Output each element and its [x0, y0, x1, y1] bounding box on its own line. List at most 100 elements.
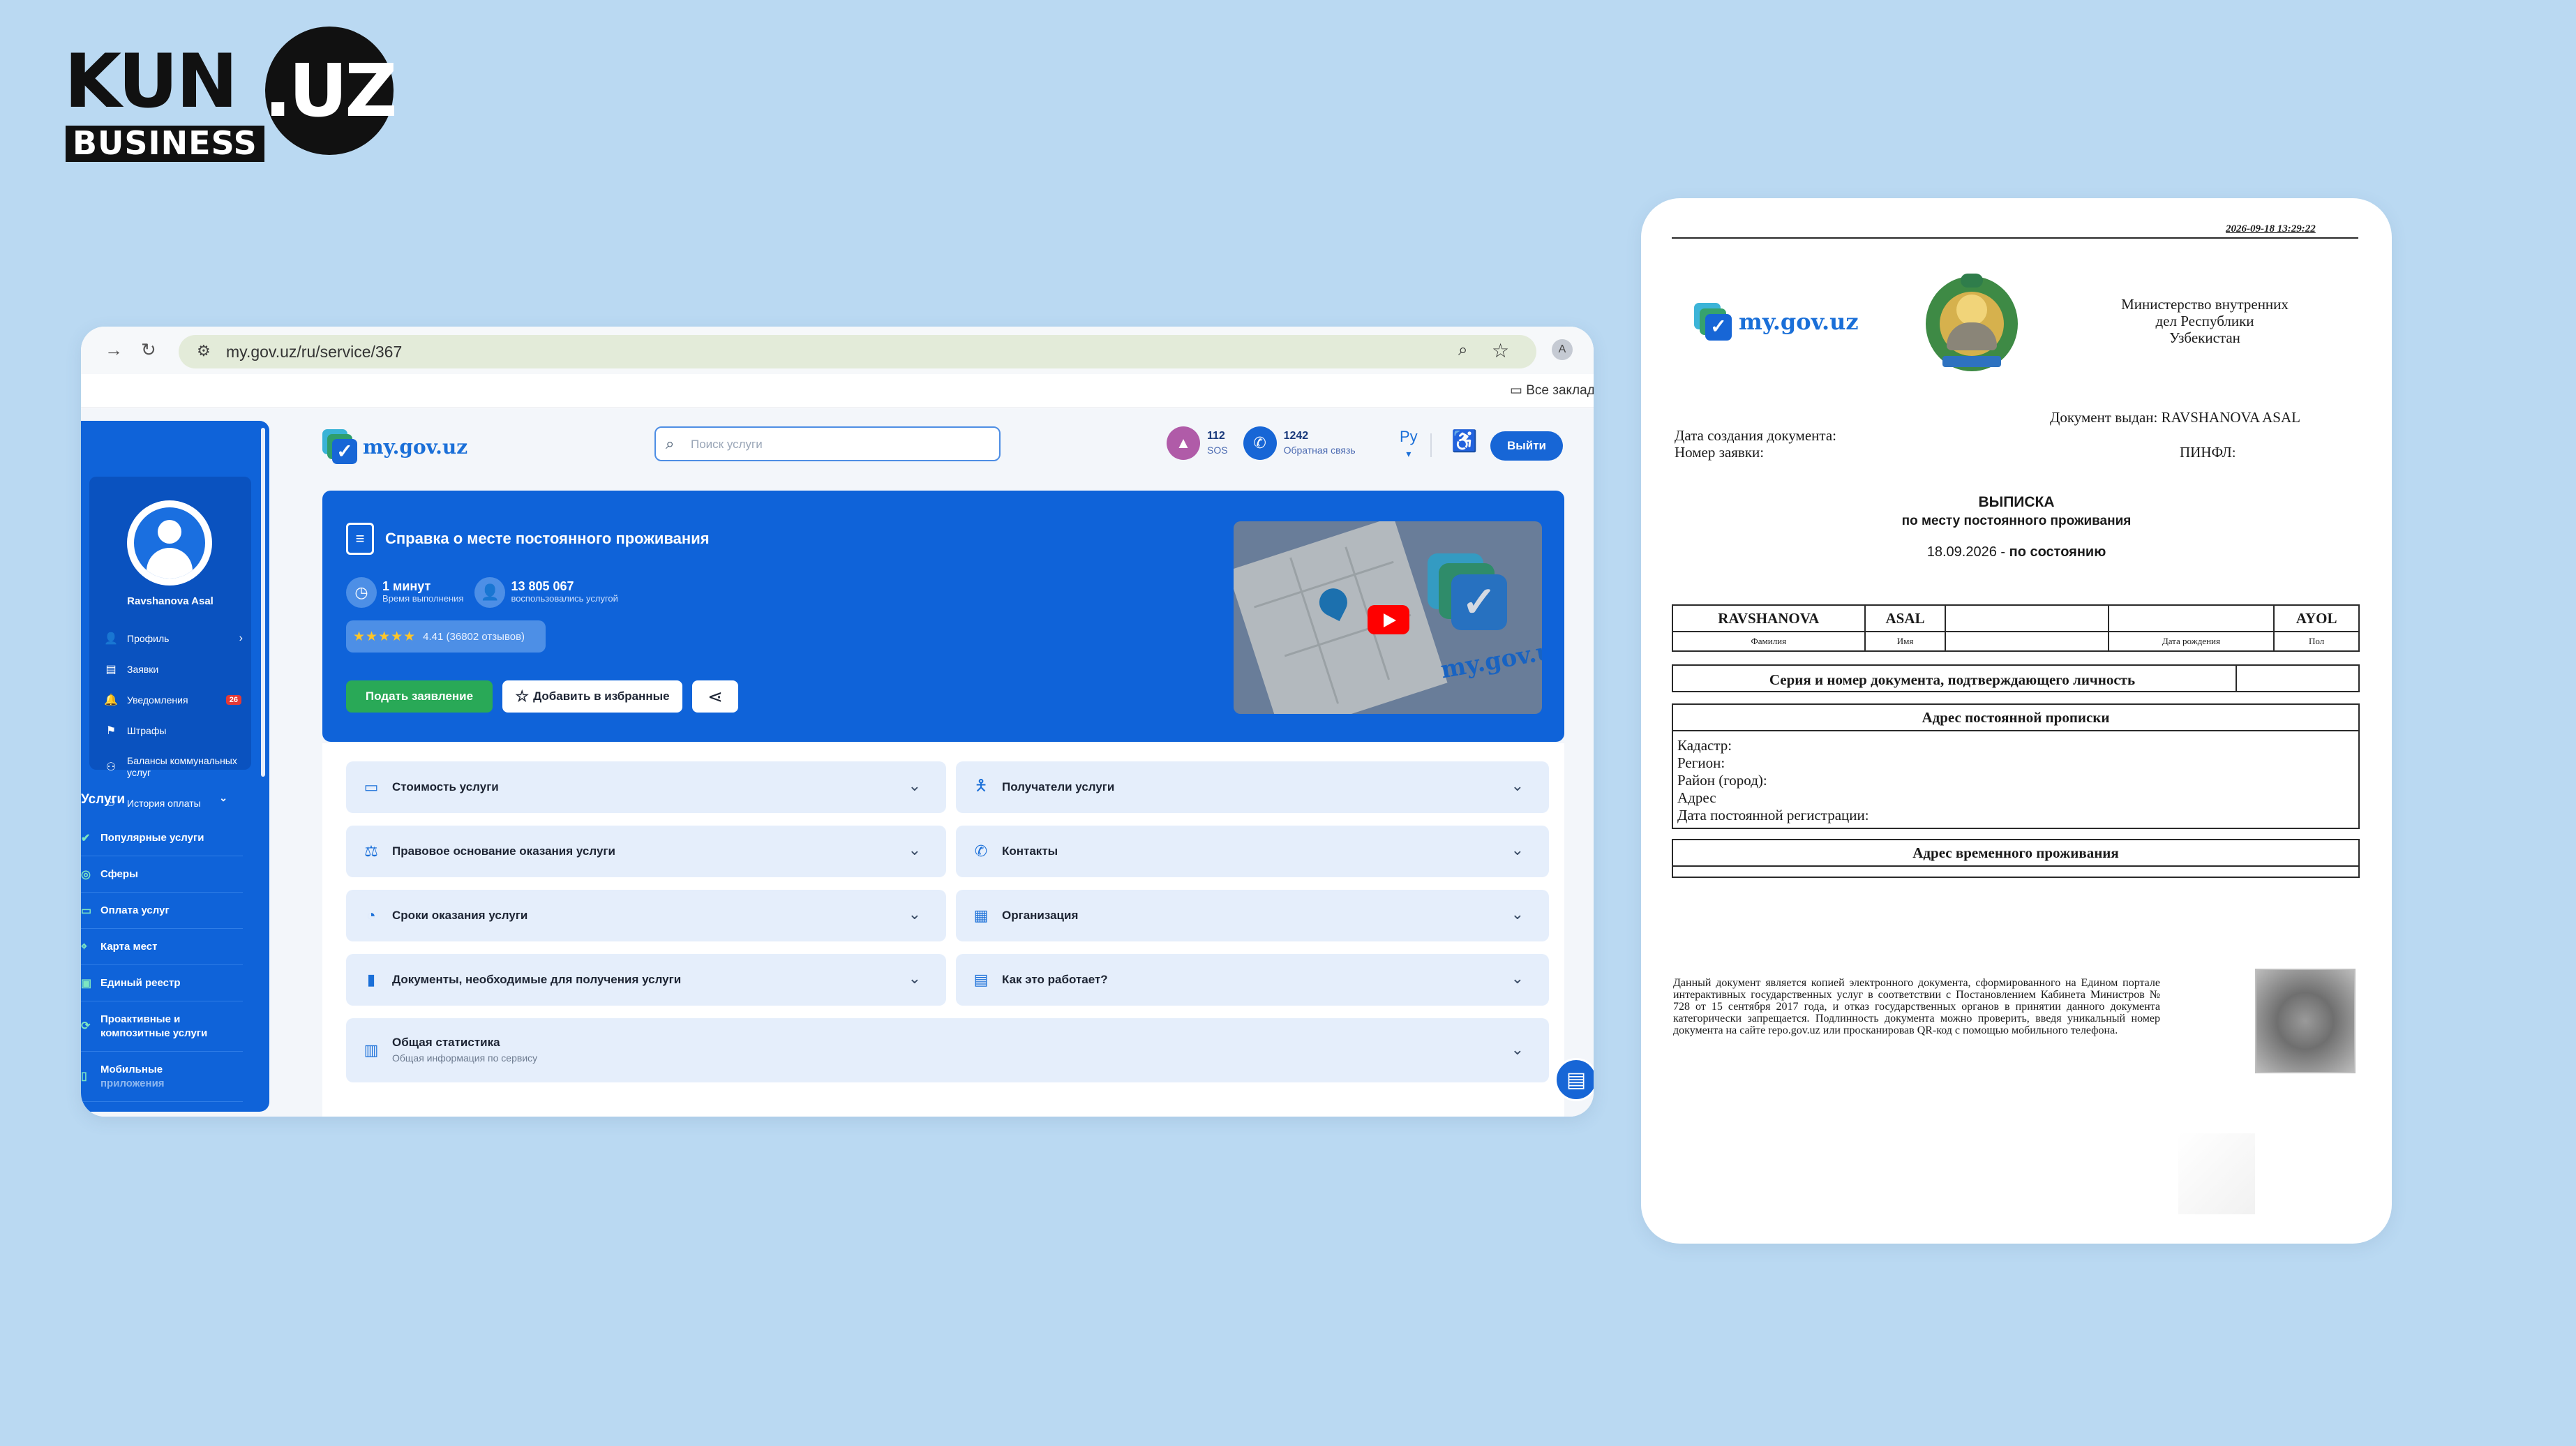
- sidebar-item-profile[interactable]: 👤 Профиль ›: [103, 623, 247, 654]
- document-title: ВЫПИСКА: [1978, 494, 2055, 510]
- sidebar-item-proactive[interactable]: ⟳ Проактивные и композитные услуги: [81, 1001, 243, 1052]
- address-bar[interactable]: ⚙ my.gov.uz/ru/service/367 ⌕ ☆: [179, 335, 1536, 368]
- bell-icon: 🔔: [104, 694, 118, 706]
- accordion-label: Правовое основание оказания услуги: [392, 844, 615, 858]
- zoom-icon[interactable]: ⌕: [1458, 341, 1467, 360]
- sidebar-item-notifications[interactable]: 🔔 Уведомления 26: [103, 685, 247, 715]
- sidebar-item-payment[interactable]: ▭ Оплата услуг: [81, 893, 243, 929]
- accordion-organization[interactable]: ▦ Организация ⌄: [956, 890, 1549, 941]
- logout-button[interactable]: Выйти: [1490, 431, 1563, 461]
- sidebar-services-toggle[interactable]: Услуги ⌄: [81, 792, 248, 807]
- all-bookmarks-button[interactable]: ▭ Все заклад: [1510, 382, 1594, 398]
- kun-logo-text: KUN: [64, 38, 238, 124]
- bookmark-star-icon[interactable]: ☆: [1492, 339, 1509, 362]
- region-label: Регион:: [1677, 754, 1725, 771]
- sos-hotline[interactable]: ▲ 112 SOS ✆ 1242 Обратная связь: [1167, 426, 1356, 460]
- support-chat-button[interactable]: ▤: [1555, 1058, 1594, 1101]
- name-label: Имя: [1864, 631, 1947, 652]
- sidebar-item-fines[interactable]: ⚑ Штрафы: [103, 715, 247, 746]
- feedback-label: Обратная связь: [1283, 444, 1356, 456]
- sidebar-item-map[interactable]: ⌖ Карта мест: [81, 929, 243, 965]
- clipboard-icon: ≡: [346, 523, 374, 555]
- chevron-right-icon: ›: [239, 632, 243, 644]
- document-date-suffix: по состоянию: [2009, 544, 2106, 560]
- youtube-play-icon[interactable]: [1368, 605, 1409, 634]
- clock-icon: ◔: [366, 907, 376, 924]
- sidebar-item-label: Балансы коммунальных услуг: [127, 755, 237, 778]
- duration-value: 1 минут: [382, 579, 431, 593]
- sidebar-item-label: Сферы: [100, 868, 138, 880]
- document-date: 18.09.2026 - по состоянию: [1926, 544, 2106, 560]
- search-input[interactable]: ⌕ Поиск услуги: [654, 426, 1001, 461]
- header-divider: [1430, 433, 1432, 457]
- map-pin-icon: ⌖: [81, 940, 88, 953]
- apply-button[interactable]: Подать заявление: [346, 680, 493, 713]
- user-icon: 👤: [104, 633, 118, 645]
- avatar-user-icon: [134, 507, 205, 579]
- district-label: Район (город):: [1677, 772, 1767, 789]
- accordion-terms[interactable]: ◔ Сроки оказания услуги ⌄: [346, 890, 946, 941]
- reload-icon[interactable]: ↻: [141, 339, 156, 361]
- accordion-contacts[interactable]: ✆ Контакты ⌄: [956, 826, 1549, 877]
- sidebar-item-spheres[interactable]: ◎ Сферы: [81, 856, 243, 893]
- accordion-documents[interactable]: ▮ Документы, необходимые для получения ус…: [346, 954, 946, 1006]
- users-icon: 👤: [474, 577, 506, 608]
- kun-uz-logo: KUN .UZ BUSINESS: [64, 27, 399, 162]
- document-icon: ▤: [105, 664, 117, 676]
- browser-window: → ↻ ⚙ my.gov.uz/ru/service/367 ⌕ ☆ A ▭ В…: [81, 327, 1594, 1117]
- accordion-statistics[interactable]: ▥ Общая статистика Общая информация по сер…: [346, 1018, 1549, 1082]
- sidebar-user-menu: 👤 Профиль › ▤ Заявки 🔔 Уведомления 26 ⚑ Штрафы…: [103, 623, 247, 819]
- siren-icon: ▲: [1167, 426, 1200, 460]
- service-hero: ≡ Справка о месте постоянного проживания…: [322, 491, 1564, 742]
- gender-value: AYOL: [2273, 604, 2360, 632]
- chevron-down-icon: ⌄: [908, 841, 921, 858]
- qr-code-icon: [2255, 969, 2356, 1073]
- web-page: Ravshanova Asal 👤 Профиль › ▤ Заявки 🔔 Уведо…: [81, 408, 1594, 1117]
- utilities-icon: ⚇: [105, 761, 117, 773]
- temporary-address-title: Адрес временного проживания: [1673, 840, 2358, 867]
- permanent-address-title: Адрес постоянной прописки: [1673, 705, 2358, 731]
- duration-label: Время выполнения: [382, 593, 464, 604]
- ministry-name: Министерство внутренних дел Республики У…: [2095, 296, 2315, 346]
- mygov-logo[interactable]: ✓ my.gov.uz: [322, 429, 467, 464]
- accessibility-icon[interactable]: ♿: [1451, 429, 1477, 454]
- sidebar-item-label: Проактивные и композитные услуги: [100, 1013, 208, 1039]
- rating-badge[interactable]: ★★★★★ 4.41 (36802 отзывов): [346, 620, 546, 653]
- sidebar-item-popular[interactable]: ✔ Популярные услуги: [81, 820, 243, 856]
- url-text[interactable]: my.gov.uz/ru/service/367: [226, 343, 402, 362]
- patronymic-value: [1945, 604, 2109, 632]
- site-settings-icon[interactable]: ⚙: [197, 342, 211, 360]
- bookmarks-bar: ▭ Все заклад: [81, 374, 1594, 408]
- document-disclaimer: Данный документ является копией электрон…: [1673, 977, 2160, 1036]
- kun-logo-uz-circle: .UZ: [264, 27, 398, 155]
- accordion-how-it-works[interactable]: ▤ Как это работает? ⌄: [956, 954, 1549, 1006]
- service-video-thumbnail[interactable]: ✓ my.gov.uz: [1234, 521, 1542, 714]
- accordion-recipients[interactable]: 🯅 Получатели услуги ⌄: [956, 761, 1549, 813]
- sidebar-item-utilities[interactable]: ⚇ Балансы коммунальных услуг: [103, 746, 247, 788]
- forward-arrow-icon[interactable]: →: [105, 339, 123, 361]
- sidebar-item-registry[interactable]: ▣ Единый реестр: [81, 965, 243, 1001]
- avatar[interactable]: [127, 500, 212, 586]
- gender-label: Пол: [2273, 631, 2360, 652]
- browser-profile-avatar[interactable]: A: [1552, 339, 1573, 360]
- chevron-down-icon: ⌄: [1511, 905, 1524, 923]
- sidebar-item-label: Заявки: [127, 664, 159, 675]
- sidebar-item-mobile-apps[interactable]: ▯ Мобильные приложения: [81, 1052, 243, 1102]
- add-to-favorites-button[interactable]: ☆ Добавить в избранные: [502, 680, 682, 713]
- person-icon: 🯅: [974, 777, 988, 794]
- sidebar-scrollbar[interactable]: [261, 428, 265, 777]
- feedback-number: 1242: [1283, 429, 1309, 442]
- person-table: RAVSHANOVA ASAL AYOL Фамилия Имя Дата ро…: [1672, 604, 2360, 652]
- proactive-icon: ⟳: [81, 1020, 91, 1032]
- accordion-legal-basis[interactable]: ⚖ Правовое основание оказания услуги ⌄: [346, 826, 946, 877]
- clock-icon: ◷: [346, 577, 377, 608]
- kun-logo-business: BUSINESS: [66, 126, 264, 162]
- share-icon: ⋖: [707, 685, 723, 707]
- users-stat: 👤 13 805 067 воспользовались услугой: [474, 577, 618, 608]
- language-selector[interactable]: Ру ▾: [1400, 429, 1418, 461]
- share-button[interactable]: ⋖: [692, 680, 738, 713]
- grid-icon: ◎: [81, 868, 91, 881]
- all-bookmarks-label: Все заклад: [1526, 383, 1594, 398]
- sidebar-item-requests[interactable]: ▤ Заявки: [103, 654, 247, 685]
- accordion-cost[interactable]: ▭ Стоимость услуги ⌄: [346, 761, 946, 813]
